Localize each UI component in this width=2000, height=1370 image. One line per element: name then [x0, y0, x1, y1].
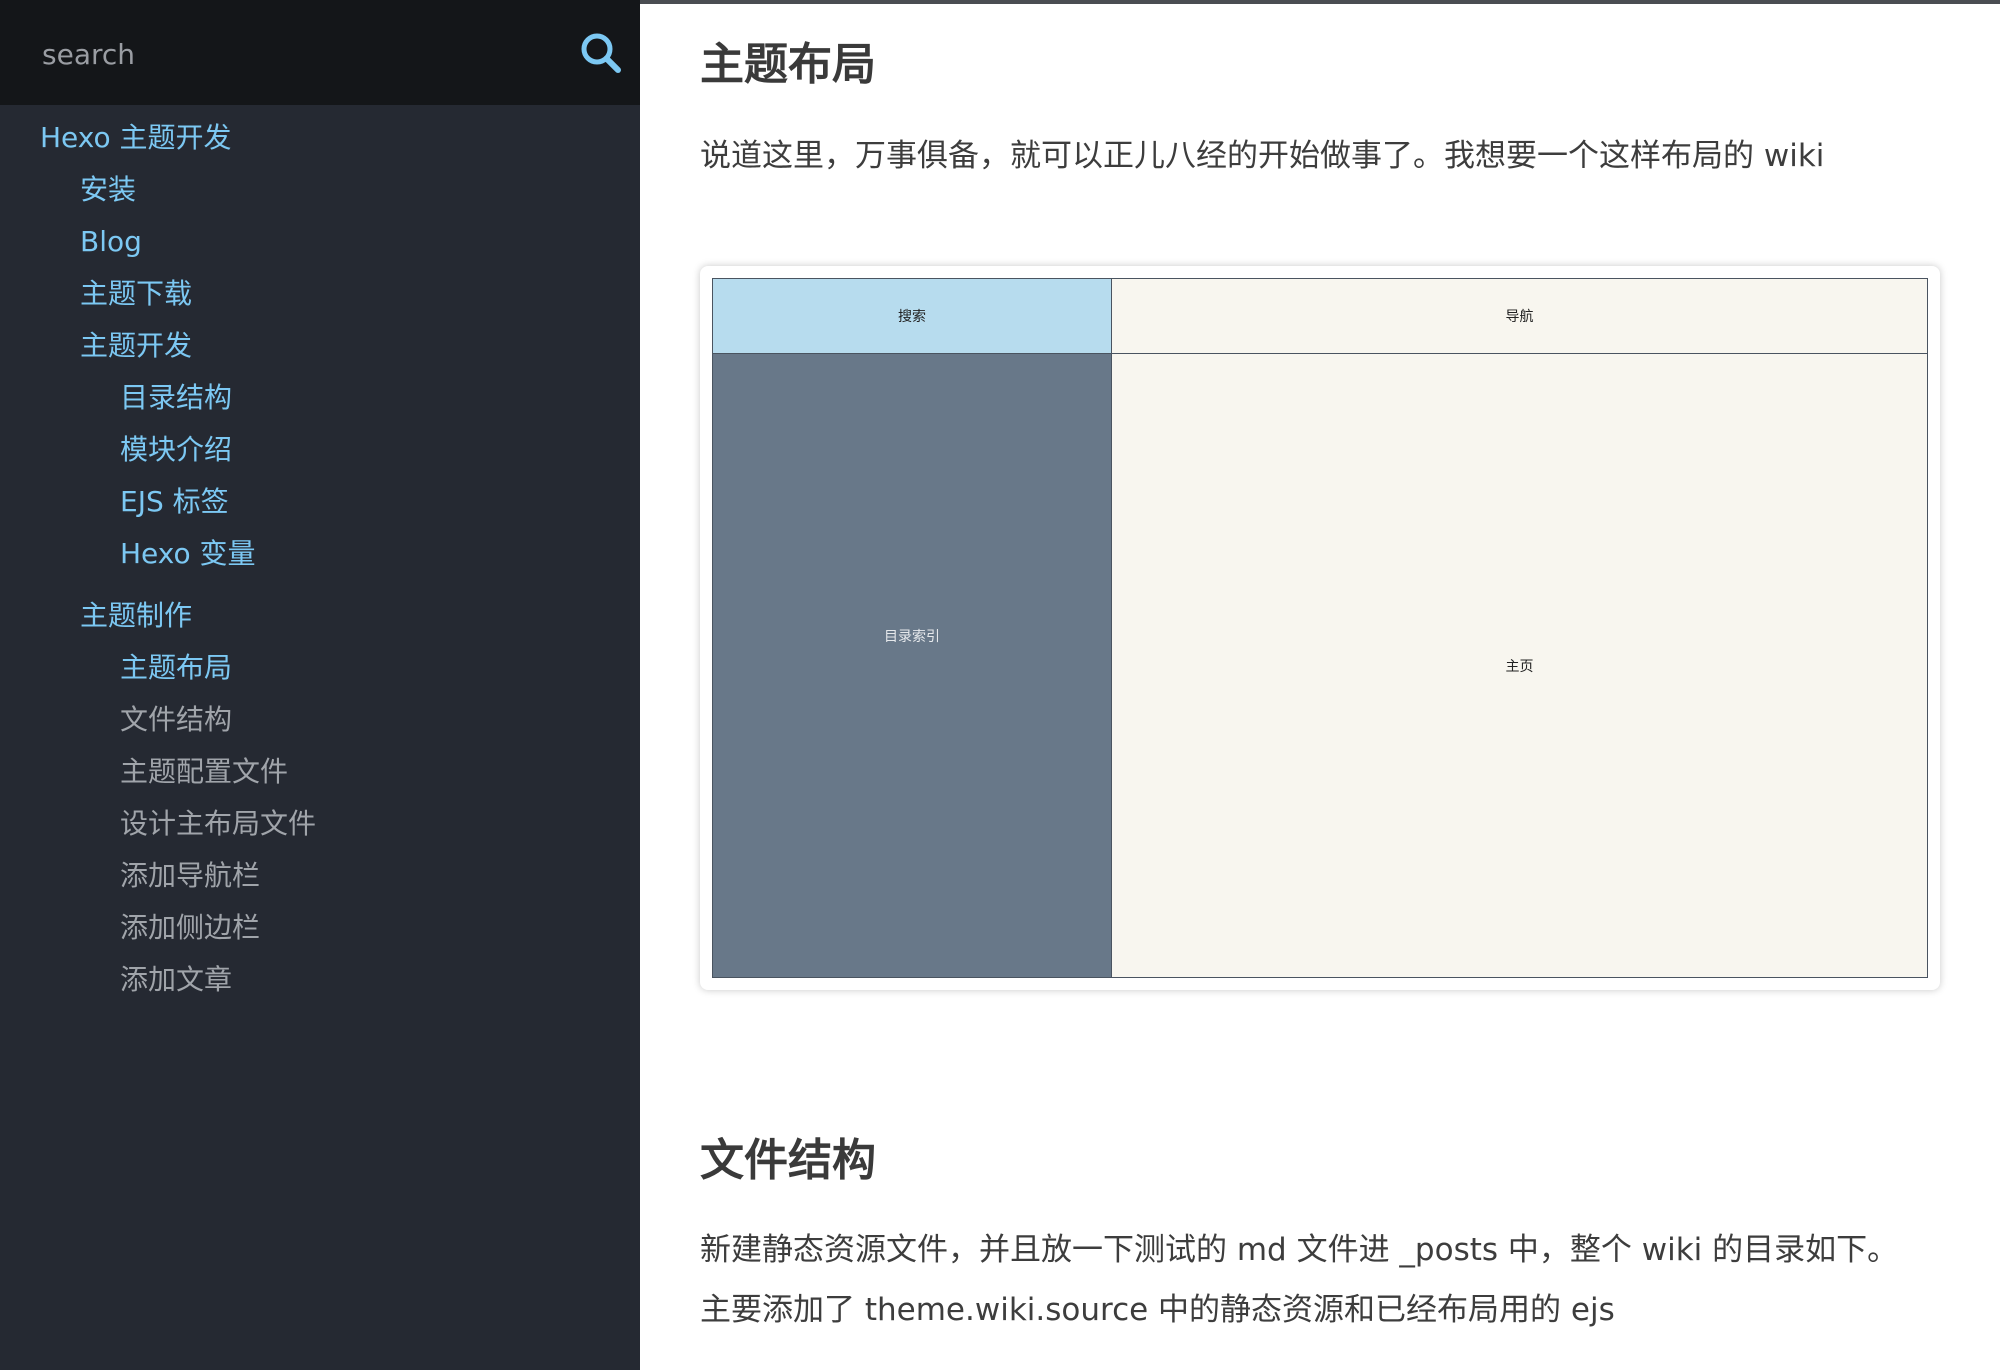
main-content: 主题布局 说道这里，万事俱备，就可以正儿八经的开始做事了。我想要一个这样布局的 … — [640, 0, 2000, 1370]
sidebar-item-install[interactable]: 安装 — [80, 172, 136, 208]
sidebar-item-theme-making[interactable]: 主题制作 — [80, 598, 192, 634]
diagram-box-index: 目录索引 — [712, 353, 1112, 978]
search-bar — [0, 0, 640, 105]
sidebar-item-blog[interactable]: Blog — [80, 224, 142, 260]
sidebar-item-add-navbar[interactable]: 添加导航栏 — [120, 858, 260, 894]
layout-diagram: 搜索 导航 目录索引 主页 — [712, 278, 1928, 978]
section-paragraph-theme-layout: 说道这里，万事俱备，就可以正儿八经的开始做事了。我想要一个这样布局的 wiki — [700, 138, 1825, 174]
diagram-box-main: 主页 — [1111, 353, 1928, 978]
sidebar-item-theme-config-file[interactable]: 主题配置文件 — [120, 754, 288, 790]
layout-diagram-figure: 搜索 导航 目录索引 主页 — [700, 266, 1940, 990]
sidebar-item-file-structure[interactable]: 文件结构 — [120, 702, 232, 738]
search-input[interactable] — [40, 30, 564, 78]
sidebar-item-theme-download[interactable]: 主题下载 — [80, 276, 192, 312]
diagram-box-nav: 导航 — [1111, 278, 1928, 354]
sidebar-item-add-article[interactable]: 添加文章 — [120, 962, 232, 998]
sidebar-item-module-intro[interactable]: 模块介绍 — [120, 432, 232, 468]
sidebar-item-hexo-theme-dev[interactable]: Hexo 主题开发 — [40, 120, 232, 156]
search-icon[interactable] — [578, 30, 624, 76]
sidebar-item-add-sidebar[interactable]: 添加侧边栏 — [120, 910, 260, 946]
sidebar-item-hexo-variables[interactable]: Hexo 变量 — [120, 536, 256, 572]
section-paragraph-file-structure-line1: 新建静态资源文件，并且放一下测试的 md 文件进 _posts 中，整个 wik… — [700, 1232, 1899, 1268]
sidebar-item-design-main-layout[interactable]: 设计主布局文件 — [120, 806, 316, 842]
diagram-box-search: 搜索 — [712, 278, 1112, 354]
sidebar-item-theme-development[interactable]: 主题开发 — [80, 328, 192, 364]
sidebar-item-ejs-tags[interactable]: EJS 标签 — [120, 484, 229, 520]
sidebar-item-theme-layout[interactable]: 主题布局 — [120, 650, 232, 686]
sidebar-item-directory-structure[interactable]: 目录结构 — [120, 380, 232, 416]
sidebar: Hexo 主题开发 安装 Blog 主题下载 主题开发 目录结构 模块介绍 EJ… — [0, 0, 640, 1370]
section-heading-file-structure: 文件结构 — [700, 1135, 876, 1186]
section-paragraph-file-structure-line2: 主要添加了 theme.wiki.source 中的静态资源和已经布局用的 ej… — [700, 1292, 1615, 1328]
section-heading-theme-layout: 主题布局 — [700, 39, 876, 90]
